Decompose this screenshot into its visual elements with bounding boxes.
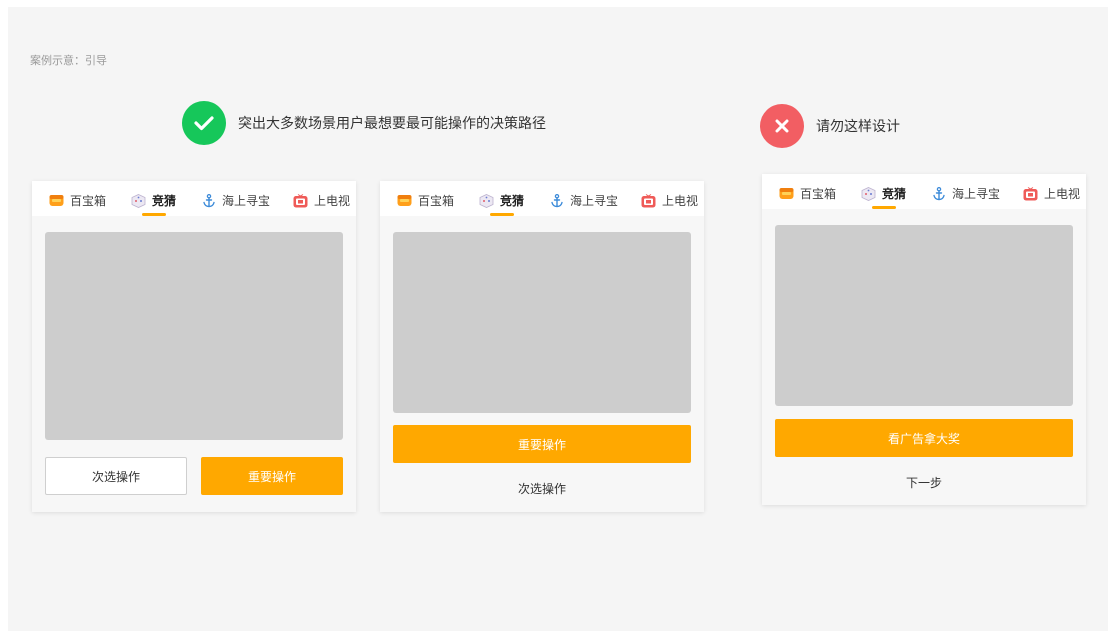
- tab-label: 上电视: [314, 194, 351, 208]
- tab-sea-treasure[interactable]: 海上寻宝: [201, 192, 270, 209]
- anchor-icon: [931, 186, 946, 200]
- anchor-icon: [201, 193, 216, 207]
- tab-on-tv[interactable]: 上电视: [293, 192, 350, 209]
- tab-label: 上电视: [1044, 187, 1081, 201]
- tab-on-tv[interactable]: 上电视: [641, 192, 698, 209]
- tab-guess[interactable]: 竞猜: [131, 192, 176, 209]
- tv-icon: [641, 193, 656, 207]
- tab-sea-treasure[interactable]: 海上寻宝: [931, 185, 1000, 202]
- tab-label: 上电视: [662, 194, 699, 208]
- primary-action-button[interactable]: 重要操作: [201, 457, 343, 495]
- tab-label: 海上寻宝: [570, 194, 619, 208]
- tab-label: 百宝箱: [418, 194, 455, 208]
- tab-guess[interactable]: 竞猜: [479, 192, 524, 209]
- content-placeholder: [775, 225, 1073, 406]
- tab-label: 海上寻宝: [952, 187, 1001, 201]
- tab-label: 百宝箱: [70, 194, 107, 208]
- tab-on-tv[interactable]: 上电视: [1023, 185, 1080, 202]
- bad-verdict-text: 请勿这样设计: [816, 119, 900, 135]
- bad-verdict: 请勿这样设计: [760, 104, 900, 148]
- tab-label: 百宝箱: [800, 187, 837, 201]
- dice-icon: [861, 186, 876, 201]
- tab-label: 竞猜: [500, 194, 525, 208]
- tab-bar: 百宝箱 竞猜 海上寻宝 上电视: [32, 181, 356, 216]
- tab-treasure-box[interactable]: 百宝箱: [49, 192, 106, 209]
- good-verdict: 突出大多数场景用户最想要最可能操作的决策路径: [182, 101, 546, 145]
- tab-treasure-box[interactable]: 百宝箱: [779, 185, 836, 202]
- tab-label: 竞猜: [882, 187, 907, 201]
- case-caption: 案例示意：引导: [30, 54, 107, 67]
- dice-icon: [131, 193, 146, 208]
- treasure-chest-icon: [49, 194, 64, 207]
- dice-icon: [479, 193, 494, 208]
- treasure-chest-icon: [779, 187, 794, 200]
- tab-bar: 百宝箱 竞猜 海上寻宝 上电视: [380, 181, 704, 216]
- next-step-link[interactable]: 下一步: [775, 467, 1073, 497]
- active-tab-underline: [872, 206, 896, 209]
- tab-label: 海上寻宝: [222, 194, 271, 208]
- tab-guess[interactable]: 竞猜: [861, 185, 906, 202]
- secondary-action-button[interactable]: 次选操作: [45, 457, 187, 495]
- content-placeholder: [45, 232, 343, 440]
- active-tab-underline: [142, 213, 166, 216]
- content-placeholder: [393, 232, 691, 413]
- watch-ad-button[interactable]: 看广告拿大奖: [775, 419, 1073, 457]
- tab-treasure-box[interactable]: 百宝箱: [397, 192, 454, 209]
- tab-bar: 百宝箱 竞猜 海上寻宝 上电视: [762, 174, 1086, 209]
- close-icon: [760, 104, 804, 148]
- mockup-good-stacked: 百宝箱 竞猜 海上寻宝 上电视 重要操作 次选操作: [380, 181, 704, 512]
- tab-sea-treasure[interactable]: 海上寻宝: [549, 192, 618, 209]
- mockup-bad-example: 百宝箱 竞猜 海上寻宝 上电视 看广告拿大奖 下一步: [762, 174, 1086, 505]
- good-verdict-text: 突出大多数场景用户最想要最可能操作的决策路径: [238, 116, 546, 132]
- treasure-chest-icon: [397, 194, 412, 207]
- anchor-icon: [549, 193, 564, 207]
- tv-icon: [293, 193, 308, 207]
- tab-label: 竞猜: [152, 194, 177, 208]
- primary-action-button[interactable]: 重要操作: [393, 425, 691, 463]
- mockup-good-side-by-side: 百宝箱 竞猜 海上寻宝 上电视 次选操作 重要操作: [32, 181, 356, 512]
- check-icon: [182, 101, 226, 145]
- secondary-text-link[interactable]: 次选操作: [393, 473, 691, 503]
- tv-icon: [1023, 186, 1038, 200]
- active-tab-underline: [490, 213, 514, 216]
